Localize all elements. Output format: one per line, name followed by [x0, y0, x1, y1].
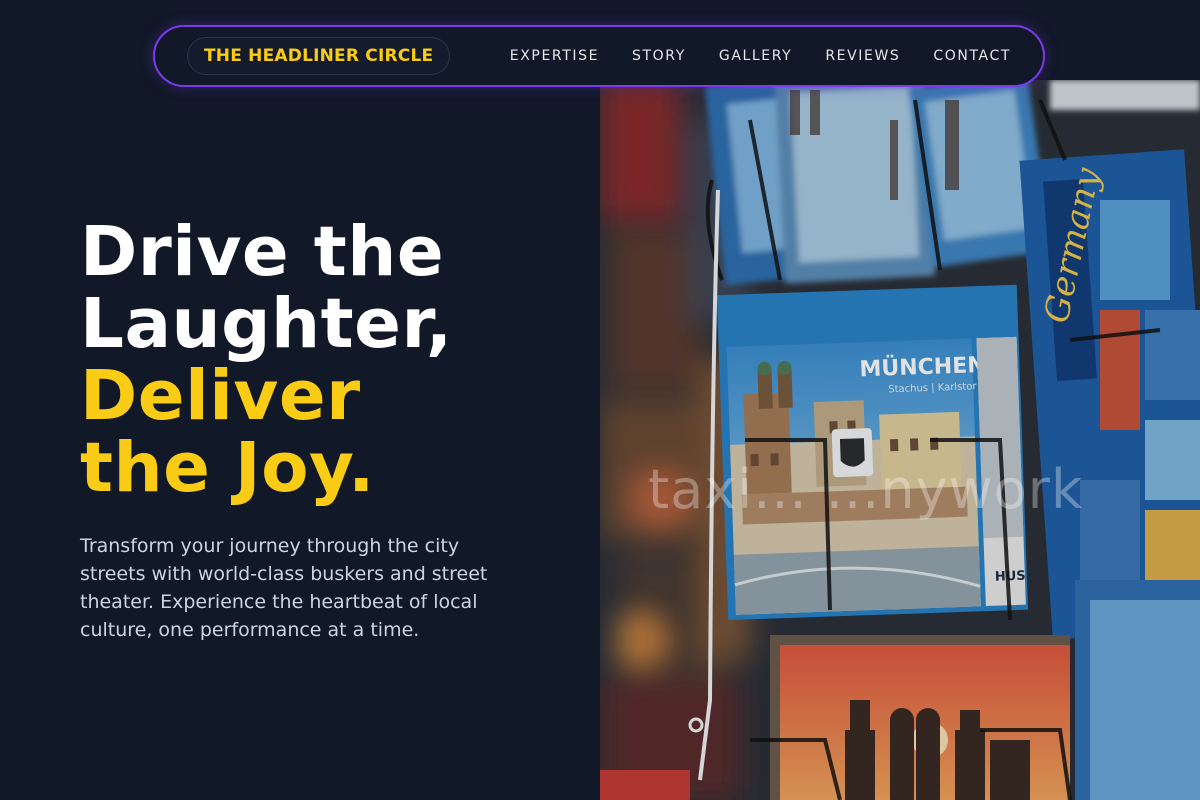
nav-link-gallery[interactable]: GALLERY [719, 48, 792, 64]
hero-title-line-1: Drive the [80, 212, 445, 292]
nav-links: EXPERTISE STORY GALLERY REVIEWS CONTACT [510, 48, 1011, 64]
hero-title-accent-line-1: Deliver [80, 356, 361, 436]
hero-photo: Germany [600, 80, 1200, 800]
nav-link-story[interactable]: STORY [632, 48, 686, 64]
hero-lead-text: Transform your journey through the city … [80, 535, 488, 641]
nav-link-reviews[interactable]: REVIEWS [825, 48, 900, 64]
hero-title: Drive the Laughter, Deliver the Joy. [80, 216, 580, 504]
hero-title-line-2: Laughter, [80, 284, 453, 364]
top-navbar: THE HEADLINER CIRCLE EXPERTISE STORY GAL… [153, 25, 1045, 87]
hero-title-accent-line-2: the Joy. [80, 428, 375, 508]
hero-section: Drive the Laughter, Deliver the Joy. Tra… [80, 216, 580, 644]
photo-watermark: taxi... ...nywork [648, 458, 1084, 521]
nav-link-contact[interactable]: CONTACT [933, 48, 1011, 64]
brand-logo-link[interactable]: THE HEADLINER CIRCLE [187, 37, 451, 75]
postcard-rack-image: Germany [600, 80, 1200, 800]
nav-link-expertise[interactable]: EXPERTISE [510, 48, 599, 64]
